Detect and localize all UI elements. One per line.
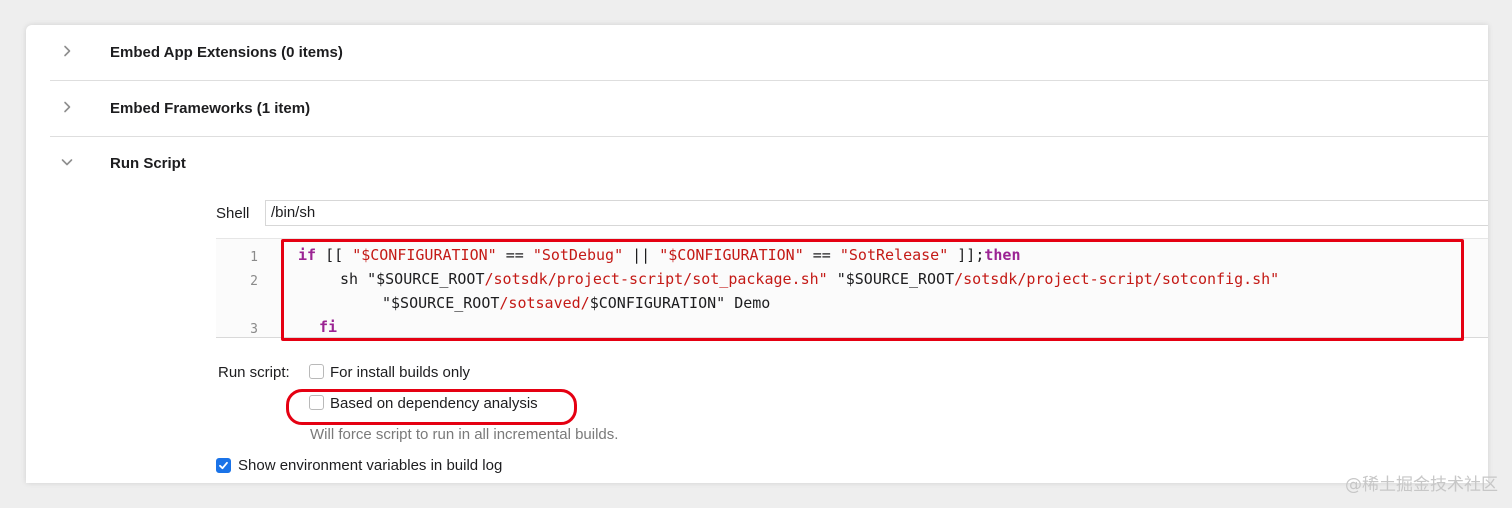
line-number: 1 [250,250,258,265]
code-string: /sotsdk/project-script/sot_package.sh" [484,270,828,288]
phase-title: Run Script [110,155,186,172]
phase-title: Embed App Extensions (0 items) [110,44,343,61]
code-text: == [496,246,533,264]
chevron-right-icon[interactable] [61,45,73,57]
script-editor[interactable]: 1 2 3 if [[ "$CONFIGURATION" == "SotDebu… [216,238,1488,338]
code-line-2-wrapped: "$SOURCE_ROOT/sotsaved/$CONFIGURATION" D… [382,294,770,312]
code-string: /sotsaved/ [499,294,590,312]
phase-embed-app-extensions[interactable]: Embed App Extensions (0 items) [50,25,1488,81]
checkmark-icon [219,461,228,470]
phase-title: Embed Frameworks (1 item) [110,100,311,117]
code-string: "$CONFIGURATION" [659,246,804,264]
shell-input[interactable]: /bin/sh [265,200,1488,226]
code-text: sh [340,270,368,288]
code-text: ]]; [948,246,985,264]
shell-label: Shell [216,205,250,222]
line-number: 3 [250,322,258,337]
code-line-2: sh "$SOURCE_ROOT/sotsdk/project-script/s… [340,270,1279,288]
code-text: || [623,246,660,264]
code-text: "$SOURCE_ROOT [836,270,955,288]
code-line-1: if [[ "$CONFIGURATION" == "SotDebug" || … [298,246,1021,264]
code-text: == [803,246,840,264]
code-text: [[ [316,246,353,264]
chevron-down-icon[interactable] [61,156,73,168]
install-builds-checkbox[interactable] [309,364,324,379]
dependency-analysis-checkbox[interactable] [309,395,324,410]
run-script-options-label: Run script: [218,364,290,381]
code-text: "$SOURCE_ROOT [382,294,500,312]
line-number: 2 [250,274,258,289]
code-text: "$SOURCE_ROOT [367,270,485,288]
code-keyword: fi [319,318,338,336]
code-line-3: fi [319,318,337,336]
code-keyword: if [298,246,317,264]
chevron-right-icon[interactable] [61,101,73,113]
phase-embed-frameworks[interactable]: Embed Frameworks (1 item) [50,81,1488,137]
code-string: "$CONFIGURATION" [352,246,497,264]
build-phases-panel: Embed App Extensions (0 items) Embed Fra… [26,25,1488,483]
code-text: Demo [725,294,771,312]
code-text: $CONFIGURATION" [589,294,726,312]
dependency-analysis-label[interactable]: Based on dependency analysis [330,395,538,412]
env-vars-label[interactable]: Show environment variables in build log [238,457,502,474]
watermark: @稀土掘金技术社区 [1345,475,1498,495]
phase-run-script[interactable]: Run Script [50,136,1488,191]
code-string: "SotRelease" [839,246,949,264]
code-string: "SotDebug" [532,246,624,264]
install-builds-label[interactable]: For install builds only [330,364,470,381]
code-keyword: then [984,246,1021,264]
shell-value: /bin/sh [271,204,316,221]
env-vars-checkbox[interactable] [216,458,231,473]
dependency-note: Will force script to run in all incremen… [310,426,619,443]
code-string: /sotsdk/project-script/sotconfig.sh" [954,270,1280,288]
